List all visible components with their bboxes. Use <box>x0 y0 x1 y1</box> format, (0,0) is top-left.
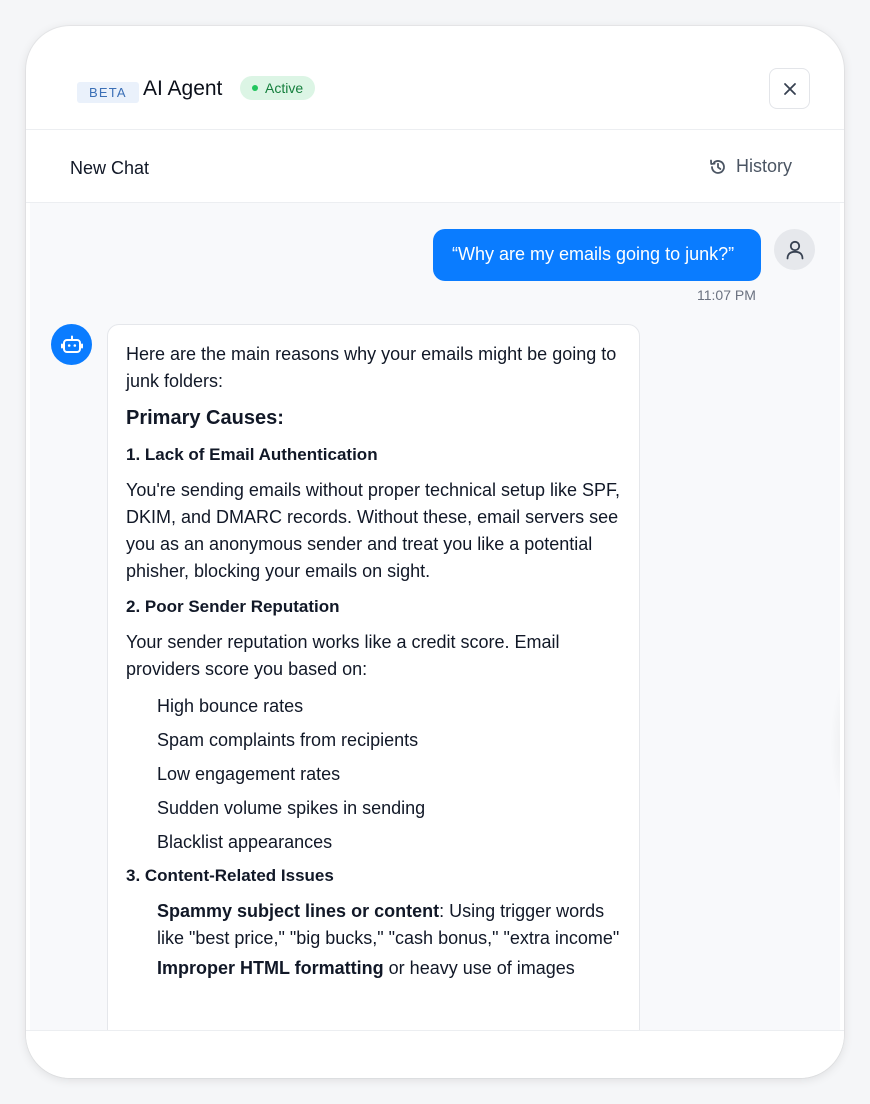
panel-header: BETA AI Agent Active <box>26 26 844 130</box>
list-item: Sudden volume spikes in sending <box>157 798 426 818</box>
chat-toolbar: New Chat History <box>26 130 844 203</box>
history-label: History <box>736 156 793 176</box>
bot-message: Here are the main reasons why your email… <box>107 324 640 1030</box>
section-body: You're sending emails without proper tec… <box>126 480 621 581</box>
message-list[interactable]: “Why are my emails going to junk?” 11:07… <box>30 203 840 1030</box>
bot-heading: Primary Causes: <box>126 407 284 429</box>
user-avatar <box>774 229 815 270</box>
status-badge: Active <box>240 76 316 100</box>
section-title: 3. Content-Related Issues <box>126 866 334 885</box>
bot-avatar <box>51 324 92 365</box>
status-dot-icon <box>252 85 258 91</box>
close-button[interactable] <box>769 68 810 109</box>
history-icon <box>710 159 725 174</box>
content-issues-list: Spammy subject lines or content: Using t… <box>126 898 621 982</box>
user-icon <box>786 240 803 259</box>
section-title: 1. Lack of Email Authentication <box>126 445 378 464</box>
reputation-list: High bounce rates Spam complaints from r… <box>126 693 621 856</box>
history-button[interactable]: History <box>708 156 792 177</box>
panel-title: AI Agent <box>143 77 223 100</box>
status-label: Active <box>265 80 304 96</box>
new-chat-button[interactable]: New Chat <box>70 158 149 179</box>
beta-badge: BETA <box>77 82 139 103</box>
list-item: Spammy subject lines or content: Using t… <box>157 898 621 952</box>
list-item: Spam complaints from recipients <box>157 730 419 750</box>
user-message: “Why are my emails going to junk?” <box>433 229 761 281</box>
bot-intro: Here are the main reasons why your email… <box>126 344 617 391</box>
section-body: Your sender reputation works like a cred… <box>126 632 560 679</box>
section-title: 2. Poor Sender Reputation <box>126 597 340 616</box>
item-strong: Spammy subject lines or content <box>157 901 440 921</box>
close-icon <box>783 82 796 95</box>
list-item: Low engagement rates <box>157 764 341 784</box>
panel-footer <box>26 1030 844 1078</box>
bot-icon <box>60 335 83 353</box>
scroll-shadow <box>830 673 840 813</box>
message-timestamp: 11:07 PM <box>697 287 756 303</box>
list-item: High bounce rates <box>157 696 304 716</box>
item-text: or heavy use of images <box>383 958 575 978</box>
item-strong: Improper HTML formatting <box>157 958 384 978</box>
list-item: Blacklist appearances <box>157 832 333 852</box>
chat-panel: BETA AI Agent Active New Chat History “W… <box>26 26 844 1078</box>
list-item: Improper HTML formatting or heavy use of… <box>157 955 621 982</box>
